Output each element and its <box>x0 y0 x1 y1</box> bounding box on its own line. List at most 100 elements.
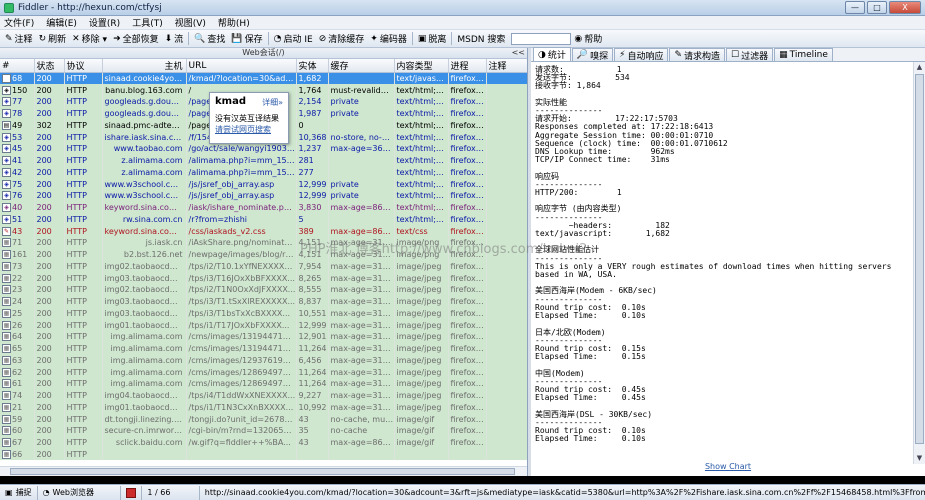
refresh-button[interactable]: ↻ 刷新 <box>36 32 70 46</box>
session-number: 67 <box>12 438 23 448</box>
cell-comment <box>486 342 527 355</box>
clear-cache-button[interactable]: ⊘ 清除缓存 <box>316 32 368 46</box>
cell-process: firefox:... <box>448 378 487 390</box>
session-type-icon: ↔ <box>2 74 11 84</box>
cell-process: firefox:... <box>448 190 487 202</box>
col-content-type[interactable]: 内容类型 <box>394 59 449 73</box>
table-row[interactable]: ◈ 42 200 HTTP z.alimama.com/alimama.php?i=mm… <box>0 166 527 179</box>
cell-protocol: HTTP <box>64 366 103 378</box>
tab-filters[interactable]: ☐ 过滤器 <box>726 48 774 62</box>
table-row[interactable]: ✎ 43 200 HTTP keyword.sina.com.cn/css/iaskad… <box>0 225 527 237</box>
table-row[interactable]: ▦ 59 200 HTTP dt.tongji.linezing.com/tongji.… <box>0 413 527 425</box>
cell-url: /tps/i1/T1N3CxXnBXXXX... <box>186 401 297 414</box>
table-row[interactable]: ◈ 51 200 HTTP rw.sina.com.cn/r?from=zhishi 5 t… <box>0 213 527 226</box>
cell-status: 200 <box>34 448 65 461</box>
cell-comment <box>486 178 527 190</box>
collapse-button[interactable]: << <box>512 48 525 58</box>
show-chart-link[interactable]: Show Chart <box>531 462 925 471</box>
capture-toggle[interactable]: ▣ 捕捉 <box>0 485 38 500</box>
table-row[interactable]: ↔68200HTTPsinaad.cookie4you.com/kmad/?lo… <box>0 72 527 85</box>
table-row[interactable]: ▦ 65 200 HTTP img.alimama.com/cms/images/131… <box>0 342 527 355</box>
col-host[interactable]: 主机 <box>102 59 187 73</box>
tab-statistics[interactable]: ◑ 统计 <box>533 47 571 61</box>
scroll-up-icon[interactable]: ▲ <box>914 62 925 73</box>
table-row[interactable]: ▦ 73 200 HTTP img02.taobaocdn.com/tps/i2/T10… <box>0 260 527 273</box>
menu-edit[interactable]: 编辑(E) <box>46 16 77 29</box>
table-row[interactable]: ◈ 40 200 HTTP keyword.sina.com.cn/iask/ishar… <box>0 201 527 214</box>
encoder-button[interactable]: ✦ 编码器 <box>367 32 410 46</box>
resume-all-button[interactable]: ➜ 全部恢复 <box>110 32 162 46</box>
horizontal-scrollbar[interactable] <box>0 466 527 476</box>
table-row[interactable]: ▦ 64 200 HTTP img.alimama.com/cms/images/131… <box>0 331 527 343</box>
tab-inspectors[interactable]: 🔎 嗅探 <box>571 48 614 62</box>
cell-host: img04.taobaocdn.com <box>102 389 187 402</box>
process-filter[interactable]: ◔ Web浏览器 <box>38 485 122 500</box>
table-row[interactable]: ▦ 23 200 HTTP img02.taobaocdn.com/tps/i2/T1N… <box>0 284 527 296</box>
table-row[interactable]: ▦ 61 200 HTTP img.alimama.com/cms/images/128… <box>0 378 527 390</box>
cell-status: 200 <box>34 166 65 179</box>
col-process[interactable]: 进程 <box>448 59 487 73</box>
menu-file[interactable]: 文件(F) <box>4 16 34 29</box>
save-button[interactable]: 💾 保存 <box>228 32 265 46</box>
table-row[interactable]: ◈ 76 200 HTTP www.w3school.com.../js/jsref_o… <box>0 190 527 202</box>
col-num[interactable]: # <box>0 59 35 73</box>
table-row[interactable]: ▦ 62 200 HTTP img.alimama.com/cms/images/128… <box>0 366 527 378</box>
col-cache[interactable]: 缓存 <box>328 59 395 73</box>
close-button[interactable]: X <box>889 1 921 14</box>
tab-autoresponder[interactable]: ⚡ 自动响应 <box>614 48 669 62</box>
cell-status: 200 <box>34 96 65 108</box>
cell-comment <box>486 260 527 273</box>
table-row[interactable]: ▦ 60 200 HTTP secure-cn.imrworld.../cgi-bin/… <box>0 425 527 437</box>
tab-composer[interactable]: ✎ 请求构造 <box>669 48 726 62</box>
table-row[interactable]: ▦ 22 200 HTTP img03.taobaocdn.com/tps/i3/T16… <box>0 272 527 284</box>
menu-tools[interactable]: 工具(T) <box>132 16 163 29</box>
col-protocol[interactable]: 协议 <box>64 59 103 73</box>
col-status[interactable]: 状态 <box>34 59 65 73</box>
breakpoint-indicator[interactable] <box>121 485 143 500</box>
menu-help[interactable]: 帮助(H) <box>218 16 250 29</box>
popup-detail-link[interactable]: 详细» <box>262 97 283 108</box>
msdn-search-input[interactable] <box>511 32 572 45</box>
menu-view[interactable]: 视图(V) <box>175 16 206 29</box>
cell-url: /iask/ishare_nominate.ph... <box>186 201 297 214</box>
minimize-button[interactable]: — <box>845 1 865 14</box>
table-row[interactable]: ▦ 26 200 HTTP img01.taobaocdn.com/tps/i1/T17… <box>0 319 527 331</box>
maximize-button[interactable]: □ <box>867 1 887 14</box>
comment-button[interactable]: ✎ 注释 <box>2 32 36 46</box>
col-body[interactable]: 实体 <box>296 59 329 73</box>
table-row[interactable]: ▦ 67 200 HTTP sclick.baidu.com/w.gif?q=fiddl… <box>0 436 527 449</box>
remove-button[interactable]: ✕ 移除 ▾ <box>69 32 110 46</box>
vertical-scrollbar[interactable]: ▲ ▼ <box>913 62 925 464</box>
toolbar-divider <box>267 32 269 45</box>
table-row[interactable]: ▦ 25 200 HTTP img03.taobaocdn.com/tps/i3/T1b… <box>0 307 527 320</box>
table-row[interactable]: ▦ 66 200 HTTP <box>0 448 527 461</box>
menu-settings[interactable]: 设置(R) <box>89 16 120 29</box>
cell-comment <box>486 366 527 378</box>
scroll-thumb[interactable] <box>10 468 515 475</box>
tab-timeline[interactable]: ▦ Timeline <box>774 48 833 61</box>
cell-content-type: image/gif <box>394 413 449 425</box>
cell-status: 200 <box>34 107 65 120</box>
launch-ie-button[interactable]: ◔ 启动 IE <box>271 32 316 46</box>
col-comment[interactable]: 注释 <box>486 59 527 73</box>
table-row[interactable]: ▦ 24 200 HTTP img03.taobaocdn.com/tps/i3/T1.… <box>0 295 527 308</box>
scroll-thumb[interactable] <box>915 74 924 444</box>
quickexec-bar[interactable] <box>0 476 925 484</box>
table-row[interactable]: ▦ 63 200 HTTP img.alimama.com/cms/images/129… <box>0 354 527 367</box>
cell-process: firefox:... <box>448 401 487 414</box>
table-row[interactable]: ◈ 75 200 HTTP www.w3school.com.../js/jsref_o… <box>0 178 527 190</box>
cell-content-type: image/jpeg <box>394 342 449 355</box>
table-row[interactable]: ◈ 41 200 HTTP z.alimama.com/alimama.php?i=mm… <box>0 154 527 167</box>
table-row[interactable]: ◈ 45 200 HTTP www.taobao.com/go/act/sale/wan… <box>0 143 527 155</box>
find-button[interactable]: 🔍 查找 <box>191 32 228 46</box>
cell-host: img.alimama.com <box>102 331 187 343</box>
col-url[interactable]: URL <box>186 59 297 73</box>
cell-protocol: HTTP <box>64 107 103 120</box>
cell-body: 8,555 <box>296 284 329 296</box>
table-row[interactable]: ▦ 74 200 HTTP img04.taobaocdn.com/tps/i4/T1d… <box>0 389 527 402</box>
tearoff-button[interactable]: ▣ 脱离 <box>415 32 450 46</box>
popup-web-search-link[interactable]: 请尝试网页搜索 <box>215 124 283 135</box>
help-button[interactable]: ◉ 帮助 <box>571 32 605 46</box>
stream-button[interactable]: ⬇ 流 <box>162 32 187 46</box>
table-row[interactable]: ▦ 21 200 HTTP img01.taobaocdn.com/tps/i1/T1N… <box>0 401 527 414</box>
